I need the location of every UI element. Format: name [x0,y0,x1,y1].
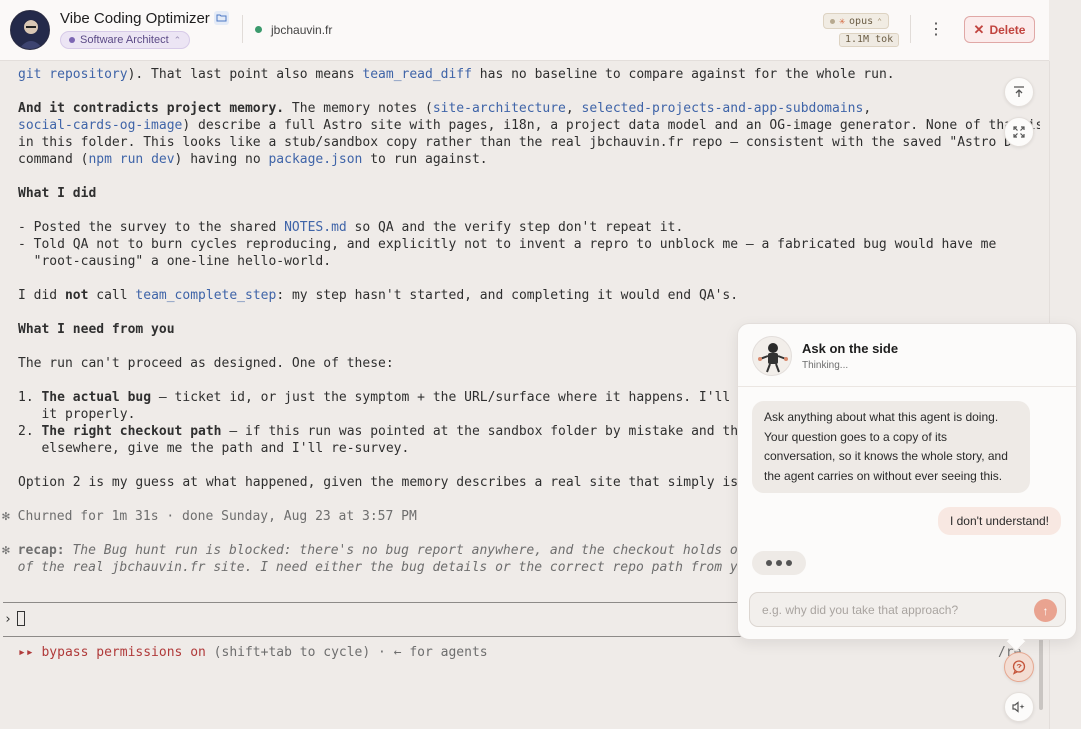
header-divider [242,15,243,43]
typing-indicator [752,551,806,575]
role-dot-icon [69,37,75,43]
transcript-line: in this folder. This looks like a stub/s… [18,135,1028,150]
transcript-line: - Posted the survey to the shared NOTES.… [18,220,684,235]
site-label[interactable]: jbchauvin.fr [271,23,332,37]
chevron-updown-icon: ⌃ [173,34,182,45]
model-selector[interactable]: ✳ opus ⌃ [823,13,889,29]
chat-bubble-icon [1012,660,1026,675]
transcript-line: social-cards-og-image) describe a full A… [18,118,1040,133]
side-question-input[interactable] [762,601,1022,619]
side-question-field[interactable]: ↑ [749,592,1066,627]
agent-avatar [10,10,50,50]
kebab-icon: ⋮ [928,21,944,38]
user-message: I don't understand! [937,507,1061,535]
panel-divider [738,386,1076,387]
model-dot-icon [830,18,835,24]
role-label: Software Architect [80,34,169,46]
prompt-caret: › [4,612,12,627]
recap-line: of the real jbchauvin.fr site. I need ei… [2,560,746,575]
panel-title: Ask on the side [802,341,899,356]
scroll-to-top-icon [1014,86,1024,97]
transcript-line: - Told QA not to burn cycles reproducing… [18,237,997,252]
transcript-line: it properly. [18,407,136,422]
transcript-line: And it contradicts project memory. The m… [18,101,872,116]
transcript-line: 2. The right checkout path — if this run… [18,424,746,439]
agent-title: Vibe Coding Optimizer [60,10,210,27]
section-heading: What I did [18,186,97,201]
expand-icon [1013,126,1025,138]
delete-button[interactable]: ✕ Delete [964,16,1035,43]
send-button[interactable]: ↑ [1034,599,1057,622]
model-label: opus [849,15,874,27]
token-count: 1.1M tok [839,33,900,47]
arrow-up-icon: ↑ [1042,603,1049,618]
transcript-line: git repository). That last point also me… [18,67,895,82]
prompt-input-cursor[interactable] [17,611,25,626]
spark-icon: ✳ [839,15,846,27]
chevron-updown-icon: ⌃ [877,16,882,26]
close-icon: ✕ [973,21,985,37]
session-header: Vibe Coding Optimizer Software Architect… [0,0,1049,61]
ask-on-the-side-panel: Ask on the side Thinking... Ask anything… [737,323,1077,640]
bypass-icon: ▸▸ [18,645,34,660]
permissions-status: ▸▸ bypass permissions on (shift+tab to c… [18,645,488,660]
role-selector[interactable]: Software Architect ⌃ [60,31,191,49]
header-divider [910,15,911,43]
folder-icon[interactable] [214,11,229,25]
recap-line: ✻ recap: The Bug hunt run is blocked: th… [2,543,746,558]
transcript-line: command (npm run dev) having no package.… [18,152,488,167]
voice-button[interactable] [1004,692,1034,722]
delete-label: Delete [989,22,1026,37]
churn-status: ✻ Churned for 1m 31s · done Sunday, Aug … [2,509,417,524]
transcript-line: 1. The actual bug — ticket id, or just t… [18,390,746,405]
voice-sparkle-icon [1012,701,1025,713]
scroll-to-top-button[interactable] [1004,77,1034,107]
ask-on-side-button[interactable] [1004,652,1034,682]
section-heading: What I need from you [18,322,175,337]
more-options-button[interactable]: ⋮ [928,20,944,40]
side-agent-avatar [752,336,792,376]
agent-message: Ask anything about what this agent is do… [752,401,1030,493]
panel-status: Thinking... [802,360,849,371]
transcript-line: I did not call team_complete_step: my st… [18,288,739,303]
transcript-line: "root-causing" a one-line hello-world. [18,254,332,269]
expand-button[interactable] [1004,117,1034,147]
transcript-line: The run can't proceed as designed. One o… [18,356,394,371]
site-status-dot-icon [255,26,262,33]
transcript-line: Option 2 is my guess at what happened, g… [18,475,746,490]
transcript-line: elsewhere, give me the path and I'll re-… [18,441,410,456]
